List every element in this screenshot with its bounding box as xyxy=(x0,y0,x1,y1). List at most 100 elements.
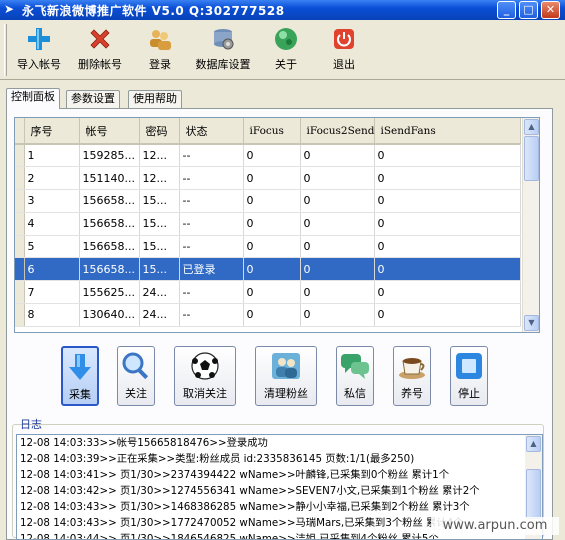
unfollow-button[interactable]: 取消关注 xyxy=(174,346,236,406)
log-line: 12-08 14:03:43>> 页1/30>>1772470052 wName… xyxy=(20,517,464,529)
log-scroll-up-icon[interactable]: ▲ xyxy=(526,436,541,452)
table-row[interactable]: 3 156658... 15... -- 0 0 0 xyxy=(15,189,521,213)
stop-button[interactable]: 停止 xyxy=(450,346,488,406)
row-header[interactable] xyxy=(15,303,25,327)
table-cell: 24... xyxy=(139,303,180,327)
exit-button[interactable]: 退出 xyxy=(329,26,359,74)
column-header[interactable]: 状态 xyxy=(179,118,244,145)
private-message-button[interactable]: 私信 xyxy=(336,346,374,406)
maximize-button[interactable]: □ xyxy=(519,1,538,19)
database-settings-button[interactable]: 数据库设置 xyxy=(190,26,256,74)
table-row[interactable]: 6 156658... 15... 已登录 0 0 0 xyxy=(15,257,521,282)
nurture-account-button[interactable]: 养号 xyxy=(393,346,431,406)
table-cell: 156658... xyxy=(79,257,140,282)
clean-fans-button[interactable]: 清理粉丝 xyxy=(255,346,317,406)
table-cell: 0 xyxy=(243,144,301,168)
log-line: 12-08 14:03:43>> 页1/30>>1468386285 wName… xyxy=(20,501,470,513)
column-header[interactable]: 密码 xyxy=(139,118,180,145)
table-cell: 130640... xyxy=(79,303,140,327)
table-cell: 0 xyxy=(374,166,521,191)
column-header[interactable]: iSendFans xyxy=(374,118,521,145)
column-header[interactable]: 序号 xyxy=(24,118,80,145)
title-bar: ➤ 永飞新浪微博推广软件 V5.0 Q:302777528 _ □ ✕ xyxy=(0,0,565,20)
table-cell: -- xyxy=(179,280,244,305)
table-row[interactable]: 5 156658... 15... -- 0 0 0 xyxy=(15,235,521,259)
table-cell: -- xyxy=(179,144,244,168)
table-cell: 0 xyxy=(374,235,521,259)
table-cell: 0 xyxy=(374,303,521,327)
table-cell: 6 xyxy=(24,257,80,282)
log-line: 12-08 14:03:39>>正在采集>>类型:粉丝成员 id:2335836… xyxy=(20,453,415,465)
grid-vertical-scrollbar[interactable]: ▲ ▼ xyxy=(522,118,539,332)
scroll-down-icon[interactable]: ▼ xyxy=(524,315,539,331)
table-header-row: 序号 帐号 密码 状态 iFocus iFocus2Send iSendFans xyxy=(15,118,521,145)
gear-database-icon xyxy=(214,29,234,50)
row-header-corner xyxy=(15,118,25,145)
table-cell: 8 xyxy=(24,303,80,327)
table-cell: 0 xyxy=(300,257,375,282)
table-cell: 0 xyxy=(300,212,375,236)
row-header[interactable] xyxy=(15,189,25,213)
column-header[interactable]: 帐号 xyxy=(79,118,140,145)
row-header[interactable] xyxy=(15,280,25,305)
info-globe-icon xyxy=(275,28,297,50)
table-cell: -- xyxy=(179,166,244,191)
action-bar: 采集 关注 取消关注 清理粉丝 私信 养号 停止 xyxy=(38,346,494,408)
table-cell: 7 xyxy=(24,280,80,305)
table-cell: -- xyxy=(179,189,244,213)
tab-help[interactable]: 使用帮助 xyxy=(128,90,182,108)
toolbar-grip[interactable] xyxy=(4,24,7,76)
delete-account-button[interactable]: 删除帐号 xyxy=(74,26,126,74)
table-cell: 0 xyxy=(300,235,375,259)
table-cell: 已登录 xyxy=(179,257,244,282)
table-cell: 0 xyxy=(243,257,301,282)
scroll-thumb[interactable] xyxy=(524,136,539,181)
login-button[interactable]: 登录 xyxy=(143,26,177,74)
window-title: 永飞新浪微博推广软件 V5.0 Q:302777528 xyxy=(22,4,285,18)
table-cell: 159285... xyxy=(79,144,140,168)
accounts-grid[interactable]: 序号 帐号 密码 状态 iFocus iFocus2Send iSendFans… xyxy=(14,117,540,333)
row-header[interactable] xyxy=(15,166,25,191)
table-cell: 2 xyxy=(24,166,80,191)
follow-button[interactable]: 关注 xyxy=(117,346,155,406)
table-cell: 156658... xyxy=(79,189,140,213)
row-header[interactable] xyxy=(15,235,25,259)
table-cell: 0 xyxy=(300,189,375,213)
column-header[interactable]: iFocus2Send xyxy=(300,118,375,145)
power-icon xyxy=(334,29,354,49)
import-account-button[interactable]: 导入帐号 xyxy=(14,26,64,74)
table-row[interactable]: 7 155625... 24... -- 0 0 0 xyxy=(15,280,521,305)
people-icon xyxy=(272,353,300,379)
minimize-button[interactable]: _ xyxy=(497,1,516,19)
table-cell: 5 xyxy=(24,235,80,259)
table-row[interactable]: 2 151140... 12... -- 0 0 0 xyxy=(15,166,521,191)
soccer-ball-icon xyxy=(191,352,219,380)
users-icon xyxy=(150,30,171,50)
table-cell: 1 xyxy=(24,144,80,168)
row-header[interactable] xyxy=(15,212,25,236)
table-cell: 15... xyxy=(139,235,180,259)
tab-parameter-settings[interactable]: 参数设置 xyxy=(66,90,120,108)
log-scroll-thumb[interactable] xyxy=(526,469,541,519)
table-row[interactable]: 1 159285... 12... -- 0 0 0 xyxy=(15,144,521,168)
table-row[interactable]: 8 130640... 24... -- 0 0 0 xyxy=(15,303,521,327)
row-header[interactable] xyxy=(15,257,25,282)
table-cell: -- xyxy=(179,235,244,259)
table-cell: 0 xyxy=(300,280,375,305)
close-button[interactable]: ✕ xyxy=(541,1,560,19)
scroll-up-icon[interactable]: ▲ xyxy=(524,119,539,135)
coffee-cup-icon xyxy=(399,358,425,379)
table-row[interactable]: 4 156658... 15... -- 0 0 0 xyxy=(15,212,521,236)
plus-icon xyxy=(28,28,50,50)
column-header[interactable]: iFocus xyxy=(243,118,301,145)
log-label: 日志 xyxy=(20,418,42,431)
collect-button[interactable]: 采集 xyxy=(61,346,99,406)
accounts-table: 序号 帐号 密码 状态 iFocus iFocus2Send iSendFans… xyxy=(15,118,521,327)
about-button[interactable]: 关于 xyxy=(271,26,301,74)
row-header[interactable] xyxy=(15,144,25,168)
tab-control-panel[interactable]: 控制面板 xyxy=(6,88,60,109)
log-line: 12-08 14:03:44>> 页1/30>>1846546825 wName… xyxy=(20,533,439,540)
table-cell: 0 xyxy=(300,144,375,168)
cursor-icon: ➤ xyxy=(4,2,15,16)
table-cell: 0 xyxy=(374,212,521,236)
